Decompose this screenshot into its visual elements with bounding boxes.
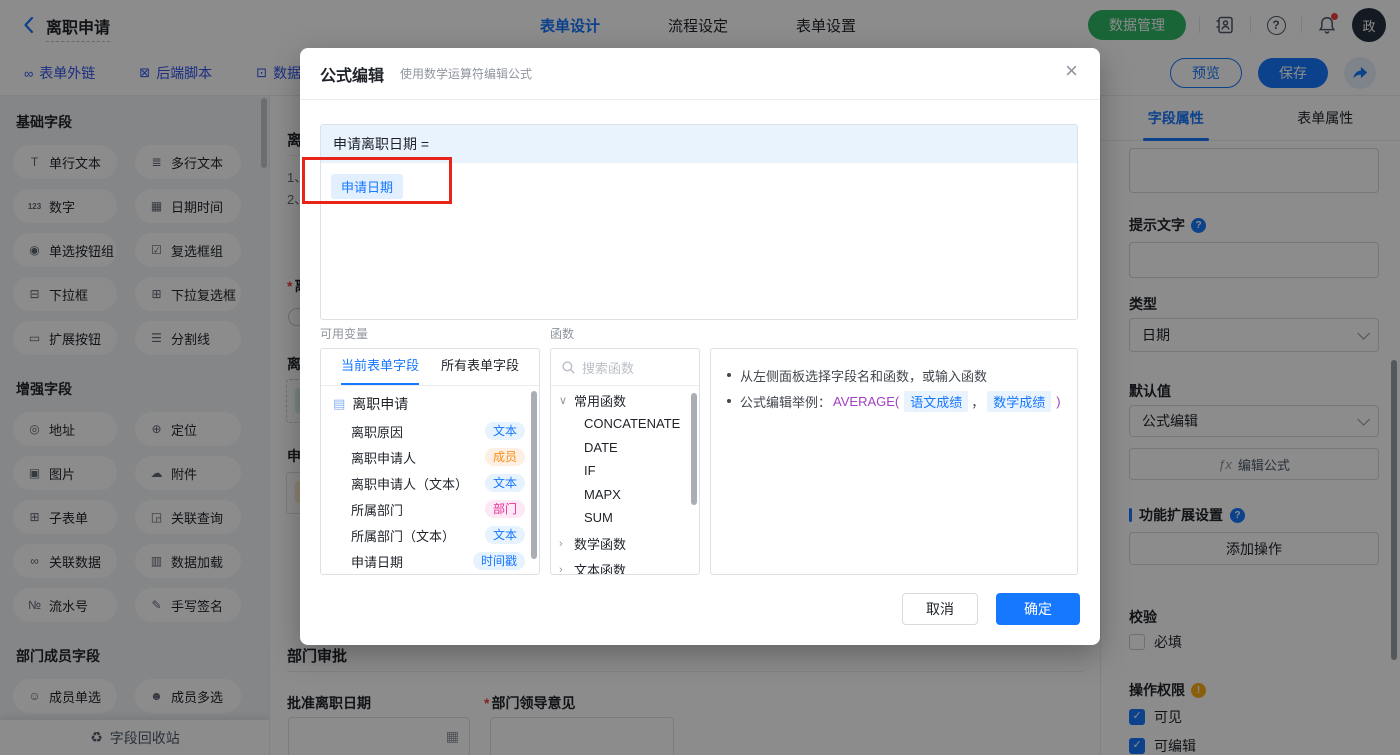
- variables-panel: 当前表单字段 所有表单字段 ▤ 离职申请 离职原因 文本 离职申请人 成员 离职…: [320, 348, 540, 575]
- functions-scrollbar[interactable]: [691, 393, 697, 505]
- type-badge: 成员: [484, 448, 525, 466]
- type-badge: 时间戳: [472, 552, 525, 570]
- confirm-button[interactable]: 确定: [996, 593, 1080, 625]
- variables-label: 可用变量: [320, 327, 369, 341]
- tab-current-form-fields[interactable]: 当前表单字段: [340, 349, 420, 385]
- function-item[interactable]: IF: [551, 459, 699, 483]
- tips-panel: 从左侧面板选择字段名和函数，或输入函数 公式编辑举例： AVERAGE(语文成绩，…: [710, 348, 1078, 575]
- dialog-title: 公式编辑: [320, 67, 385, 85]
- type-badge: 文本: [484, 422, 525, 440]
- search-icon: [562, 360, 575, 374]
- func-group-text[interactable]: › 文本函数: [551, 558, 699, 575]
- variable-row[interactable]: 离职申请人（文本） 文本: [321, 470, 539, 496]
- function-list: CONCATENATE DATE IF MAPX SUM: [551, 412, 699, 530]
- tip-example-line: 公式编辑举例： AVERAGE(语文成绩，数学成绩): [727, 388, 1061, 414]
- close-icon[interactable]: ×: [1065, 60, 1078, 82]
- variable-row[interactable]: 所属部门（文本） 文本: [321, 522, 539, 548]
- type-badge: 文本: [484, 526, 525, 544]
- cancel-button[interactable]: 取消: [902, 593, 978, 625]
- example-field-chip: 语文成绩: [904, 390, 969, 412]
- type-badge: 部门: [484, 500, 525, 518]
- variables-list: 离职原因 文本 离职申请人 成员 离职申请人（文本） 文本 所属部门 部门 所属…: [321, 418, 539, 574]
- dialog-header: 公式编辑 使用数学运算符编辑公式 ×: [300, 48, 1100, 100]
- function-item[interactable]: DATE: [551, 436, 699, 460]
- chevron-right-icon: ›: [559, 563, 563, 575]
- function-item[interactable]: MAPX: [551, 483, 699, 507]
- type-badge: 文本: [484, 474, 525, 492]
- variable-row[interactable]: 离职申请人 成员: [321, 444, 539, 470]
- example-field-chip: 数学成绩: [987, 390, 1052, 412]
- red-highlight-annotation: [302, 157, 452, 204]
- variable-row[interactable]: 所属部门 部门: [321, 496, 539, 522]
- formula-editor[interactable]: 申请离职日期 = 申请日期: [320, 124, 1078, 320]
- variables-scrollbar[interactable]: [531, 391, 537, 559]
- func-group-math[interactable]: › 数学函数: [551, 532, 699, 556]
- func-group-common[interactable]: ∨ 常用函数: [551, 388, 699, 412]
- tab-all-form-fields[interactable]: 所有表单字段: [441, 349, 519, 385]
- variable-row[interactable]: 申请日期 时间戳: [321, 548, 539, 574]
- functions-label: 函数: [550, 327, 575, 341]
- tip-line: 从左侧面板选择字段名和函数，或输入函数: [727, 362, 1061, 388]
- chevron-right-icon: ›: [559, 537, 563, 550]
- document-icon: ▤: [333, 396, 346, 411]
- dialog-footer: 取消 确定: [902, 593, 1080, 625]
- functions-panel: 搜索函数 ∨ 常用函数 CONCATENATE DATE IF MAPX SUM › 数学函…: [550, 348, 700, 575]
- dialog-subtitle: 使用数学运算符编辑公式: [400, 67, 533, 81]
- formula-edit-dialog: 公式编辑 使用数学运算符编辑公式 × 申请离职日期 = 申请日期 可用变量 函数…: [300, 48, 1100, 645]
- chevron-down-icon: ∨: [559, 394, 568, 407]
- app-root: 离职申请 表单设计 流程设定 表单设置 数据管理 ? 政 ∞ 表单外链 ⊠ 后端…: [0, 0, 1400, 755]
- form-tree-root[interactable]: ▤ 离职申请: [321, 390, 539, 418]
- function-item[interactable]: SUM: [551, 506, 699, 530]
- function-item[interactable]: CONCATENATE: [551, 412, 699, 436]
- variable-row[interactable]: 离职原因 文本: [321, 418, 539, 444]
- function-search-input[interactable]: 搜索函数: [551, 349, 699, 386]
